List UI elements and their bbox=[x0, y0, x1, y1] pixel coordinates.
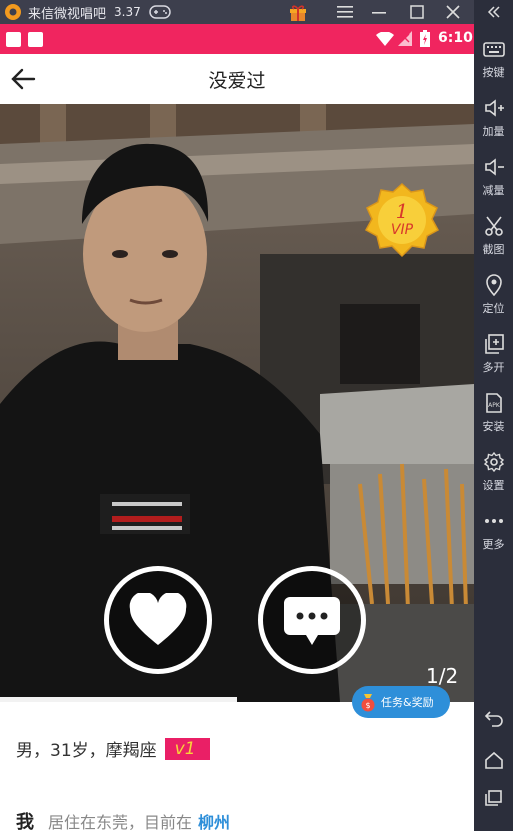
battery-icon bbox=[420, 30, 430, 47]
city-link[interactable]: 柳州 bbox=[198, 809, 230, 831]
toolbar-settings[interactable]: 设置 bbox=[474, 451, 513, 509]
profile-info: $ 任务&奖励 男，31岁，摩羯座 v1 我 居住在东莞，目前在 柳州 bbox=[0, 686, 474, 831]
notification-icon bbox=[6, 32, 21, 47]
maximize-icon[interactable] bbox=[402, 0, 432, 24]
signal-icon bbox=[398, 31, 412, 46]
collapse-icon[interactable] bbox=[474, 0, 513, 24]
toolbar-label: 安装 bbox=[482, 420, 505, 433]
vip-badge: 1 VIP bbox=[364, 182, 440, 258]
emulator-side-toolbar: 按键 加量 减量 截图 定位 多开 APK 安装 设置 更多 bbox=[474, 0, 513, 831]
intro-row: 我 居住在东莞，目前在 柳州 bbox=[16, 808, 230, 831]
basic-info-text: 男，31岁，摩羯座 bbox=[16, 741, 157, 761]
photo-counter: 1/2 bbox=[426, 664, 459, 688]
vip-level: 1 bbox=[396, 199, 409, 223]
intro-label: 我 bbox=[16, 812, 34, 831]
toolbar-screenshot[interactable]: 截图 bbox=[474, 215, 513, 273]
toolbar-label: 多开 bbox=[482, 361, 505, 374]
android-recents-icon[interactable] bbox=[474, 780, 513, 816]
svg-text:$: $ bbox=[365, 701, 370, 710]
toolbar-label: 截图 bbox=[482, 243, 505, 256]
close-icon[interactable] bbox=[438, 0, 468, 24]
minimize-icon[interactable] bbox=[364, 0, 394, 24]
notification-icon bbox=[28, 32, 43, 47]
volume-down-icon bbox=[484, 158, 504, 176]
toolbar-keymap[interactable]: 按键 bbox=[474, 38, 513, 96]
profile-photo[interactable]: 1 VIP 1/2 bbox=[0, 104, 474, 702]
heart-icon bbox=[129, 593, 187, 645]
level-badge: v1 bbox=[164, 737, 210, 760]
toolbar-location[interactable]: 定位 bbox=[474, 274, 513, 332]
intro-text: 居住在东莞，目前在 bbox=[48, 813, 193, 831]
toolbar-label: 更多 bbox=[482, 538, 505, 551]
toolbar-label: 加量 bbox=[482, 125, 505, 138]
like-button[interactable] bbox=[104, 566, 212, 674]
toolbar-volume-down[interactable]: 减量 bbox=[474, 156, 513, 214]
multi-open-icon bbox=[484, 334, 504, 354]
keyboard-icon bbox=[482, 42, 505, 57]
chat-bubble-icon bbox=[284, 597, 340, 645]
gamepad-icon[interactable] bbox=[148, 5, 171, 19]
tasks-rewards-label: 任务&奖励 bbox=[381, 696, 434, 709]
toolbar-label: 减量 bbox=[482, 184, 505, 197]
toolbar-install-apk[interactable]: APK 安装 bbox=[474, 392, 513, 450]
apk-install-icon: APK bbox=[485, 393, 502, 413]
tasks-rewards-button[interactable]: $ 任务&奖励 bbox=[352, 686, 450, 718]
android-home-icon[interactable] bbox=[474, 742, 513, 778]
more-dots-icon bbox=[484, 519, 503, 523]
android-back-icon[interactable] bbox=[474, 700, 513, 736]
emulator-window: { "emulator": { "title": "来信微视唱吧", "vers… bbox=[0, 0, 513, 831]
scissors-icon bbox=[484, 216, 503, 236]
basic-info-row: 男，31岁，摩羯座 v1 bbox=[16, 736, 210, 761]
menu-icon[interactable] bbox=[330, 0, 360, 24]
toolbar-multi-open[interactable]: 多开 bbox=[474, 333, 513, 391]
emulator-version: 3.37 bbox=[114, 5, 141, 19]
chat-button[interactable] bbox=[258, 566, 366, 674]
toolbar-label: 按键 bbox=[482, 66, 505, 79]
app-logo-icon bbox=[5, 4, 21, 20]
status-time: 6:10 bbox=[438, 30, 473, 46]
toolbar-volume-up[interactable]: 加量 bbox=[474, 97, 513, 155]
toolbar-more[interactable]: 更多 bbox=[474, 510, 513, 568]
toolbar-label: 定位 bbox=[482, 302, 505, 315]
svg-text:APK: APK bbox=[488, 402, 501, 409]
toolbar-label: 设置 bbox=[482, 479, 505, 492]
emulator-title-bar: 来信微视唱吧 3.37 bbox=[0, 0, 474, 24]
android-status-bar: 6:10 bbox=[0, 24, 474, 54]
volume-up-icon bbox=[484, 99, 504, 117]
gear-icon bbox=[483, 451, 504, 473]
page-title: 没爱过 bbox=[208, 70, 266, 92]
vip-text: VIP bbox=[391, 222, 414, 238]
money-bag-icon: $ bbox=[361, 694, 375, 712]
app-header: 没爱过 bbox=[0, 54, 474, 104]
wifi-icon bbox=[376, 32, 394, 46]
gift-icon[interactable] bbox=[288, 2, 308, 22]
emulator-app-name: 来信微视唱吧 bbox=[28, 6, 107, 22]
location-pin-icon bbox=[485, 274, 502, 296]
